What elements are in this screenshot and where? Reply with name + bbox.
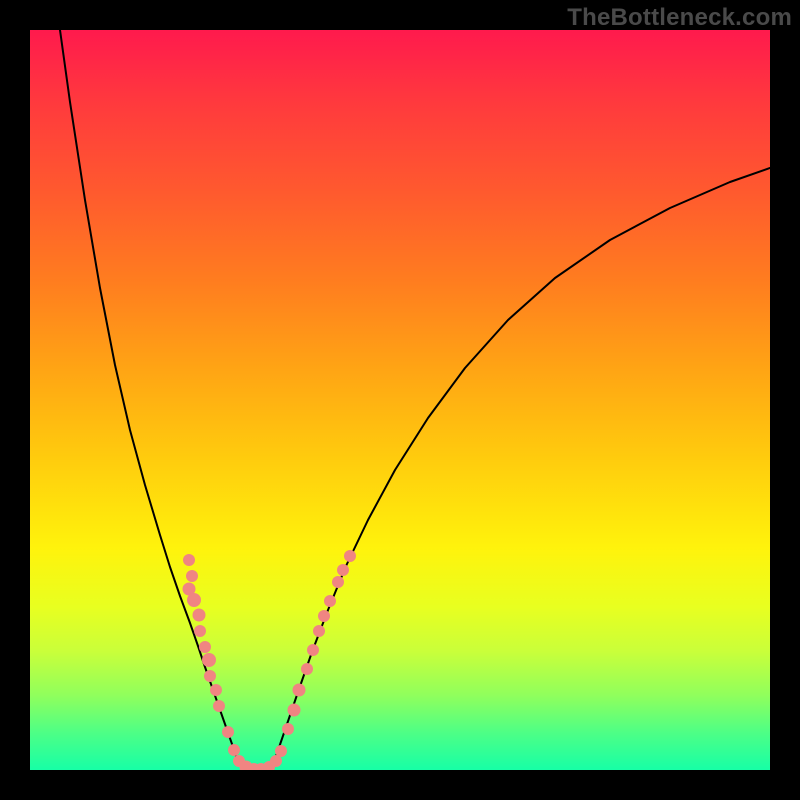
data-point bbox=[183, 554, 195, 566]
chart-container: TheBottleneck.com bbox=[0, 0, 800, 800]
data-point bbox=[194, 625, 206, 637]
data-point bbox=[187, 593, 201, 607]
data-point bbox=[213, 700, 225, 712]
data-point bbox=[313, 625, 325, 637]
data-point bbox=[193, 609, 206, 622]
plot-area bbox=[30, 30, 770, 770]
data-point bbox=[228, 744, 240, 756]
data-point bbox=[324, 595, 336, 607]
bottleneck-curve bbox=[60, 30, 770, 769]
data-point bbox=[332, 576, 344, 588]
data-point bbox=[293, 684, 306, 697]
data-point bbox=[337, 564, 349, 576]
data-point bbox=[301, 663, 313, 675]
data-point bbox=[222, 726, 234, 738]
data-point bbox=[204, 670, 216, 682]
data-point bbox=[210, 684, 222, 696]
data-point bbox=[275, 745, 287, 757]
data-point bbox=[282, 723, 294, 735]
chart-svg bbox=[30, 30, 770, 770]
data-point bbox=[202, 653, 216, 667]
data-point bbox=[199, 641, 211, 653]
data-point bbox=[288, 704, 301, 717]
watermark-text: TheBottleneck.com bbox=[567, 4, 792, 32]
data-point bbox=[344, 550, 356, 562]
data-point bbox=[318, 610, 330, 622]
data-point bbox=[307, 644, 319, 656]
data-point bbox=[186, 570, 198, 582]
